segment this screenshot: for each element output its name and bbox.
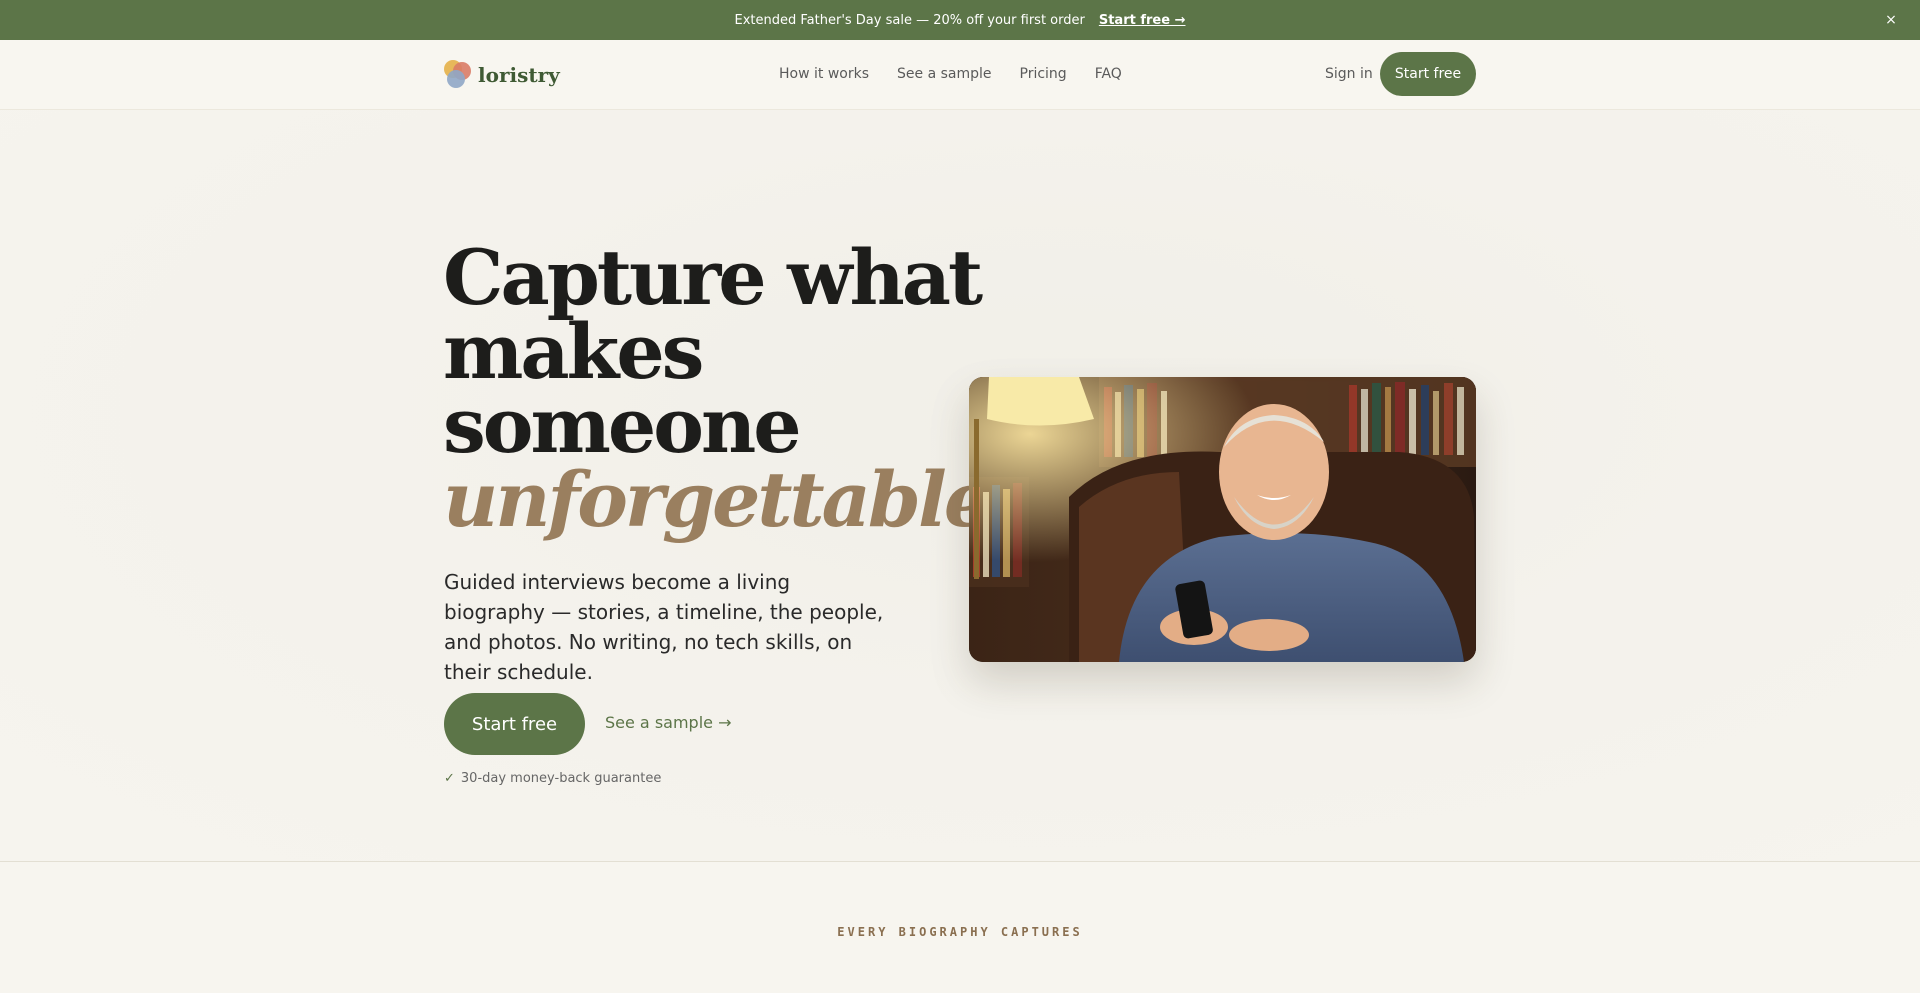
hero-photo (969, 377, 1476, 662)
announcement-start-free-link[interactable]: Start free → (1099, 13, 1186, 28)
header-start-free-button[interactable]: Start free (1380, 52, 1476, 96)
headline-emphasis: unforgettable. (443, 455, 1016, 544)
main-nav: How it works See a sample Pricing FAQ (779, 66, 1122, 82)
hero-subtext: Guided interviews become a living biogra… (444, 570, 884, 684)
headline-line-1: Capture what (443, 233, 983, 322)
headline-line-3: someone (443, 381, 802, 470)
nav-pricing[interactable]: Pricing (1020, 66, 1067, 82)
sign-in-link[interactable]: Sign in (1325, 66, 1373, 82)
announcement-bar: Extended Father's Day sale — 20% off you… (0, 0, 1920, 40)
guarantee-text: 30-day money-back guarantee (460, 771, 662, 786)
logo-text: loristry (478, 63, 560, 87)
headline-line-2: makes (443, 307, 704, 396)
close-icon[interactable]: × (1880, 9, 1902, 31)
hero-photo-image (969, 377, 1476, 662)
section-divider (0, 861, 1920, 862)
site-header: loristry How it works See a sample Prici… (0, 40, 1920, 110)
logo-mark-icon (444, 60, 472, 90)
announcement-text: Extended Father's Day sale — 20% off you… (734, 12, 1085, 28)
hero-start-free-button[interactable]: Start free (444, 693, 585, 755)
hero-headline: Capture what makes someone unforgettable… (443, 233, 1016, 544)
check-icon: ✓ (444, 771, 455, 786)
nav-how-it-works[interactable]: How it works (779, 66, 869, 82)
section-label: EVERY BIOGRAPHY CAPTURES (837, 925, 1083, 939)
guarantee-note: ✓ 30-day money-back guarantee (444, 771, 661, 786)
nav-faq[interactable]: FAQ (1095, 66, 1122, 82)
nav-see-a-sample[interactable]: See a sample (897, 66, 992, 82)
hero-section: Capture what makes someone unforgettable… (0, 110, 1920, 861)
hero-see-sample-link[interactable]: See a sample → (605, 713, 731, 732)
logo[interactable]: loristry (444, 60, 560, 90)
